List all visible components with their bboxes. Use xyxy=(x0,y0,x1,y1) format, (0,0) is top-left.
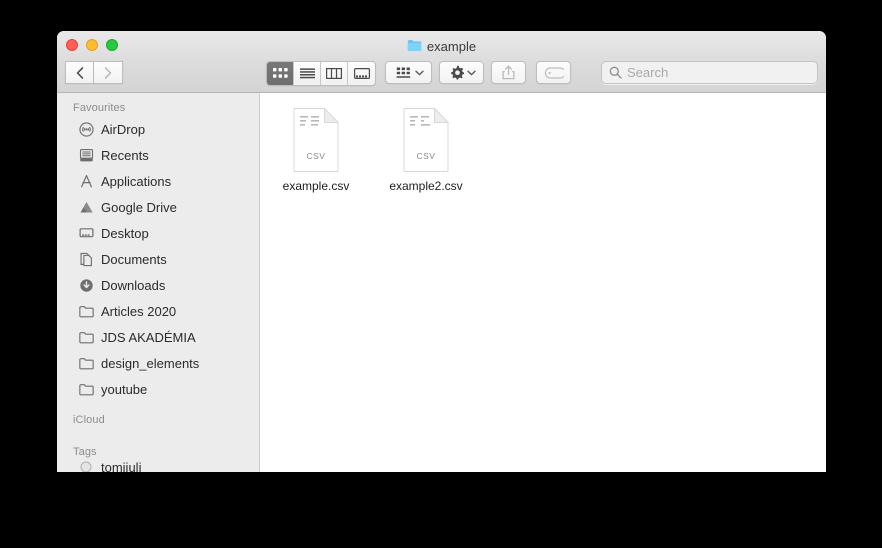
search-placeholder: Search xyxy=(627,65,669,80)
file-browser-content[interactable]: CSV example.csv CSV example2.csv xyxy=(260,93,826,472)
folder-icon xyxy=(78,381,94,397)
sidebar[interactable]: Favourites AirDrop Recents Applications … xyxy=(57,93,260,472)
gallery-icon xyxy=(353,68,370,79)
back-button[interactable] xyxy=(65,61,94,84)
sidebar-section-icloud: iCloud xyxy=(73,414,105,426)
action-button[interactable] xyxy=(439,61,484,84)
sidebar-item-jds-akademia[interactable]: JDS AKADÉMIA xyxy=(57,324,259,350)
list-view-button[interactable] xyxy=(294,62,321,85)
window-titlebar: example Search xyxy=(57,31,826,93)
documents-icon xyxy=(78,251,94,267)
sidebar-section-tags: Tags xyxy=(73,446,97,458)
group-icon xyxy=(396,67,410,78)
column-view-button[interactable] xyxy=(321,62,348,85)
sidebar-item-label: design_elements xyxy=(101,355,200,371)
window-title-text: example xyxy=(426,39,477,54)
sidebar-item-google-drive[interactable]: Google Drive xyxy=(57,194,259,220)
icon-view-button[interactable] xyxy=(267,62,294,85)
window-controls xyxy=(66,39,118,51)
navigation-buttons xyxy=(65,61,123,84)
sidebar-item-youtube[interactable]: youtube xyxy=(57,376,259,402)
forward-button[interactable] xyxy=(94,61,123,84)
sidebar-item-label: youtube xyxy=(101,381,148,397)
tag-circle-icon xyxy=(78,460,94,472)
arrange-button[interactable] xyxy=(385,61,432,84)
list-icon xyxy=(299,68,315,79)
gallery-view-button[interactable] xyxy=(348,62,375,85)
sidebar-item-recents[interactable]: Recents xyxy=(57,142,259,168)
sidebar-item-label: Desktop xyxy=(101,225,149,241)
sidebar-item-documents[interactable]: Documents xyxy=(57,246,259,272)
csv-file-icon: CSV xyxy=(398,107,454,173)
sidebar-item-label: Articles 2020 xyxy=(101,303,177,319)
file-item[interactable]: CSV example.csv xyxy=(274,107,358,193)
finder-window: example Search Favourites AirDrop Recent… xyxy=(57,31,826,472)
google-drive-icon xyxy=(78,199,94,215)
window-title: example xyxy=(57,38,826,55)
sidebar-item-downloads[interactable]: Downloads xyxy=(57,272,259,298)
sidebar-item-desktop[interactable]: Desktop xyxy=(57,220,259,246)
chevron-left-icon xyxy=(76,66,83,79)
window-body: Favourites AirDrop Recents Applications … xyxy=(57,93,826,472)
tag-icon xyxy=(544,66,564,79)
chevron-right-icon xyxy=(104,66,112,79)
sidebar-item-label: Documents xyxy=(101,251,167,267)
toolbar: Search xyxy=(57,58,826,92)
minimize-button[interactable] xyxy=(86,39,98,51)
search-icon xyxy=(609,66,622,79)
search-input[interactable]: Search xyxy=(601,61,818,84)
sidebar-item-design-elements[interactable]: design_elements xyxy=(57,350,259,376)
chevron-down-icon xyxy=(414,70,424,75)
sidebar-item-label: JDS AKADÉMIA xyxy=(101,329,196,345)
share-button[interactable] xyxy=(491,61,526,84)
sidebar-item-label: Downloads xyxy=(101,277,166,293)
folder-icon xyxy=(78,303,94,319)
sidebar-item-applications[interactable]: Applications xyxy=(57,168,259,194)
tags-button[interactable] xyxy=(536,61,571,84)
sidebar-item-label: Google Drive xyxy=(101,199,177,215)
grid-icon xyxy=(272,68,288,78)
sidebar-section-favourites: Favourites xyxy=(73,102,126,114)
csv-file-icon: CSV xyxy=(288,107,344,173)
recents-icon xyxy=(78,147,94,163)
svg-text:CSV: CSV xyxy=(417,151,436,161)
file-name: example.csv xyxy=(282,179,350,193)
maximize-button[interactable] xyxy=(106,39,118,51)
sidebar-item-label: AirDrop xyxy=(101,121,146,137)
file-item[interactable]: CSV example2.csv xyxy=(384,107,468,193)
airdrop-icon xyxy=(78,121,94,137)
file-name: example2.csv xyxy=(389,179,463,193)
gear-icon xyxy=(450,65,464,80)
sidebar-item-tag-tomijuli[interactable]: tomijuli xyxy=(57,460,259,472)
desktop-icon xyxy=(78,225,94,241)
close-button[interactable] xyxy=(66,39,78,51)
chevron-down-icon xyxy=(466,70,476,75)
sidebar-item-label: Recents xyxy=(101,147,149,163)
svg-text:CSV: CSV xyxy=(307,151,326,161)
sidebar-item-label: Applications xyxy=(101,173,172,189)
folder-icon xyxy=(78,355,94,371)
file-grid: CSV example.csv CSV example2.csv xyxy=(274,107,826,193)
folder-icon xyxy=(407,39,422,55)
columns-icon xyxy=(326,68,342,79)
folder-icon xyxy=(78,329,94,345)
share-icon xyxy=(502,65,515,80)
sidebar-item-airdrop[interactable]: AirDrop xyxy=(57,116,259,142)
sidebar-item-label: tomijuli xyxy=(101,460,142,472)
applications-icon xyxy=(78,173,94,189)
downloads-icon xyxy=(78,277,94,293)
view-mode-segmented-control xyxy=(266,61,376,86)
sidebar-item-articles-2020[interactable]: Articles 2020 xyxy=(57,298,259,324)
